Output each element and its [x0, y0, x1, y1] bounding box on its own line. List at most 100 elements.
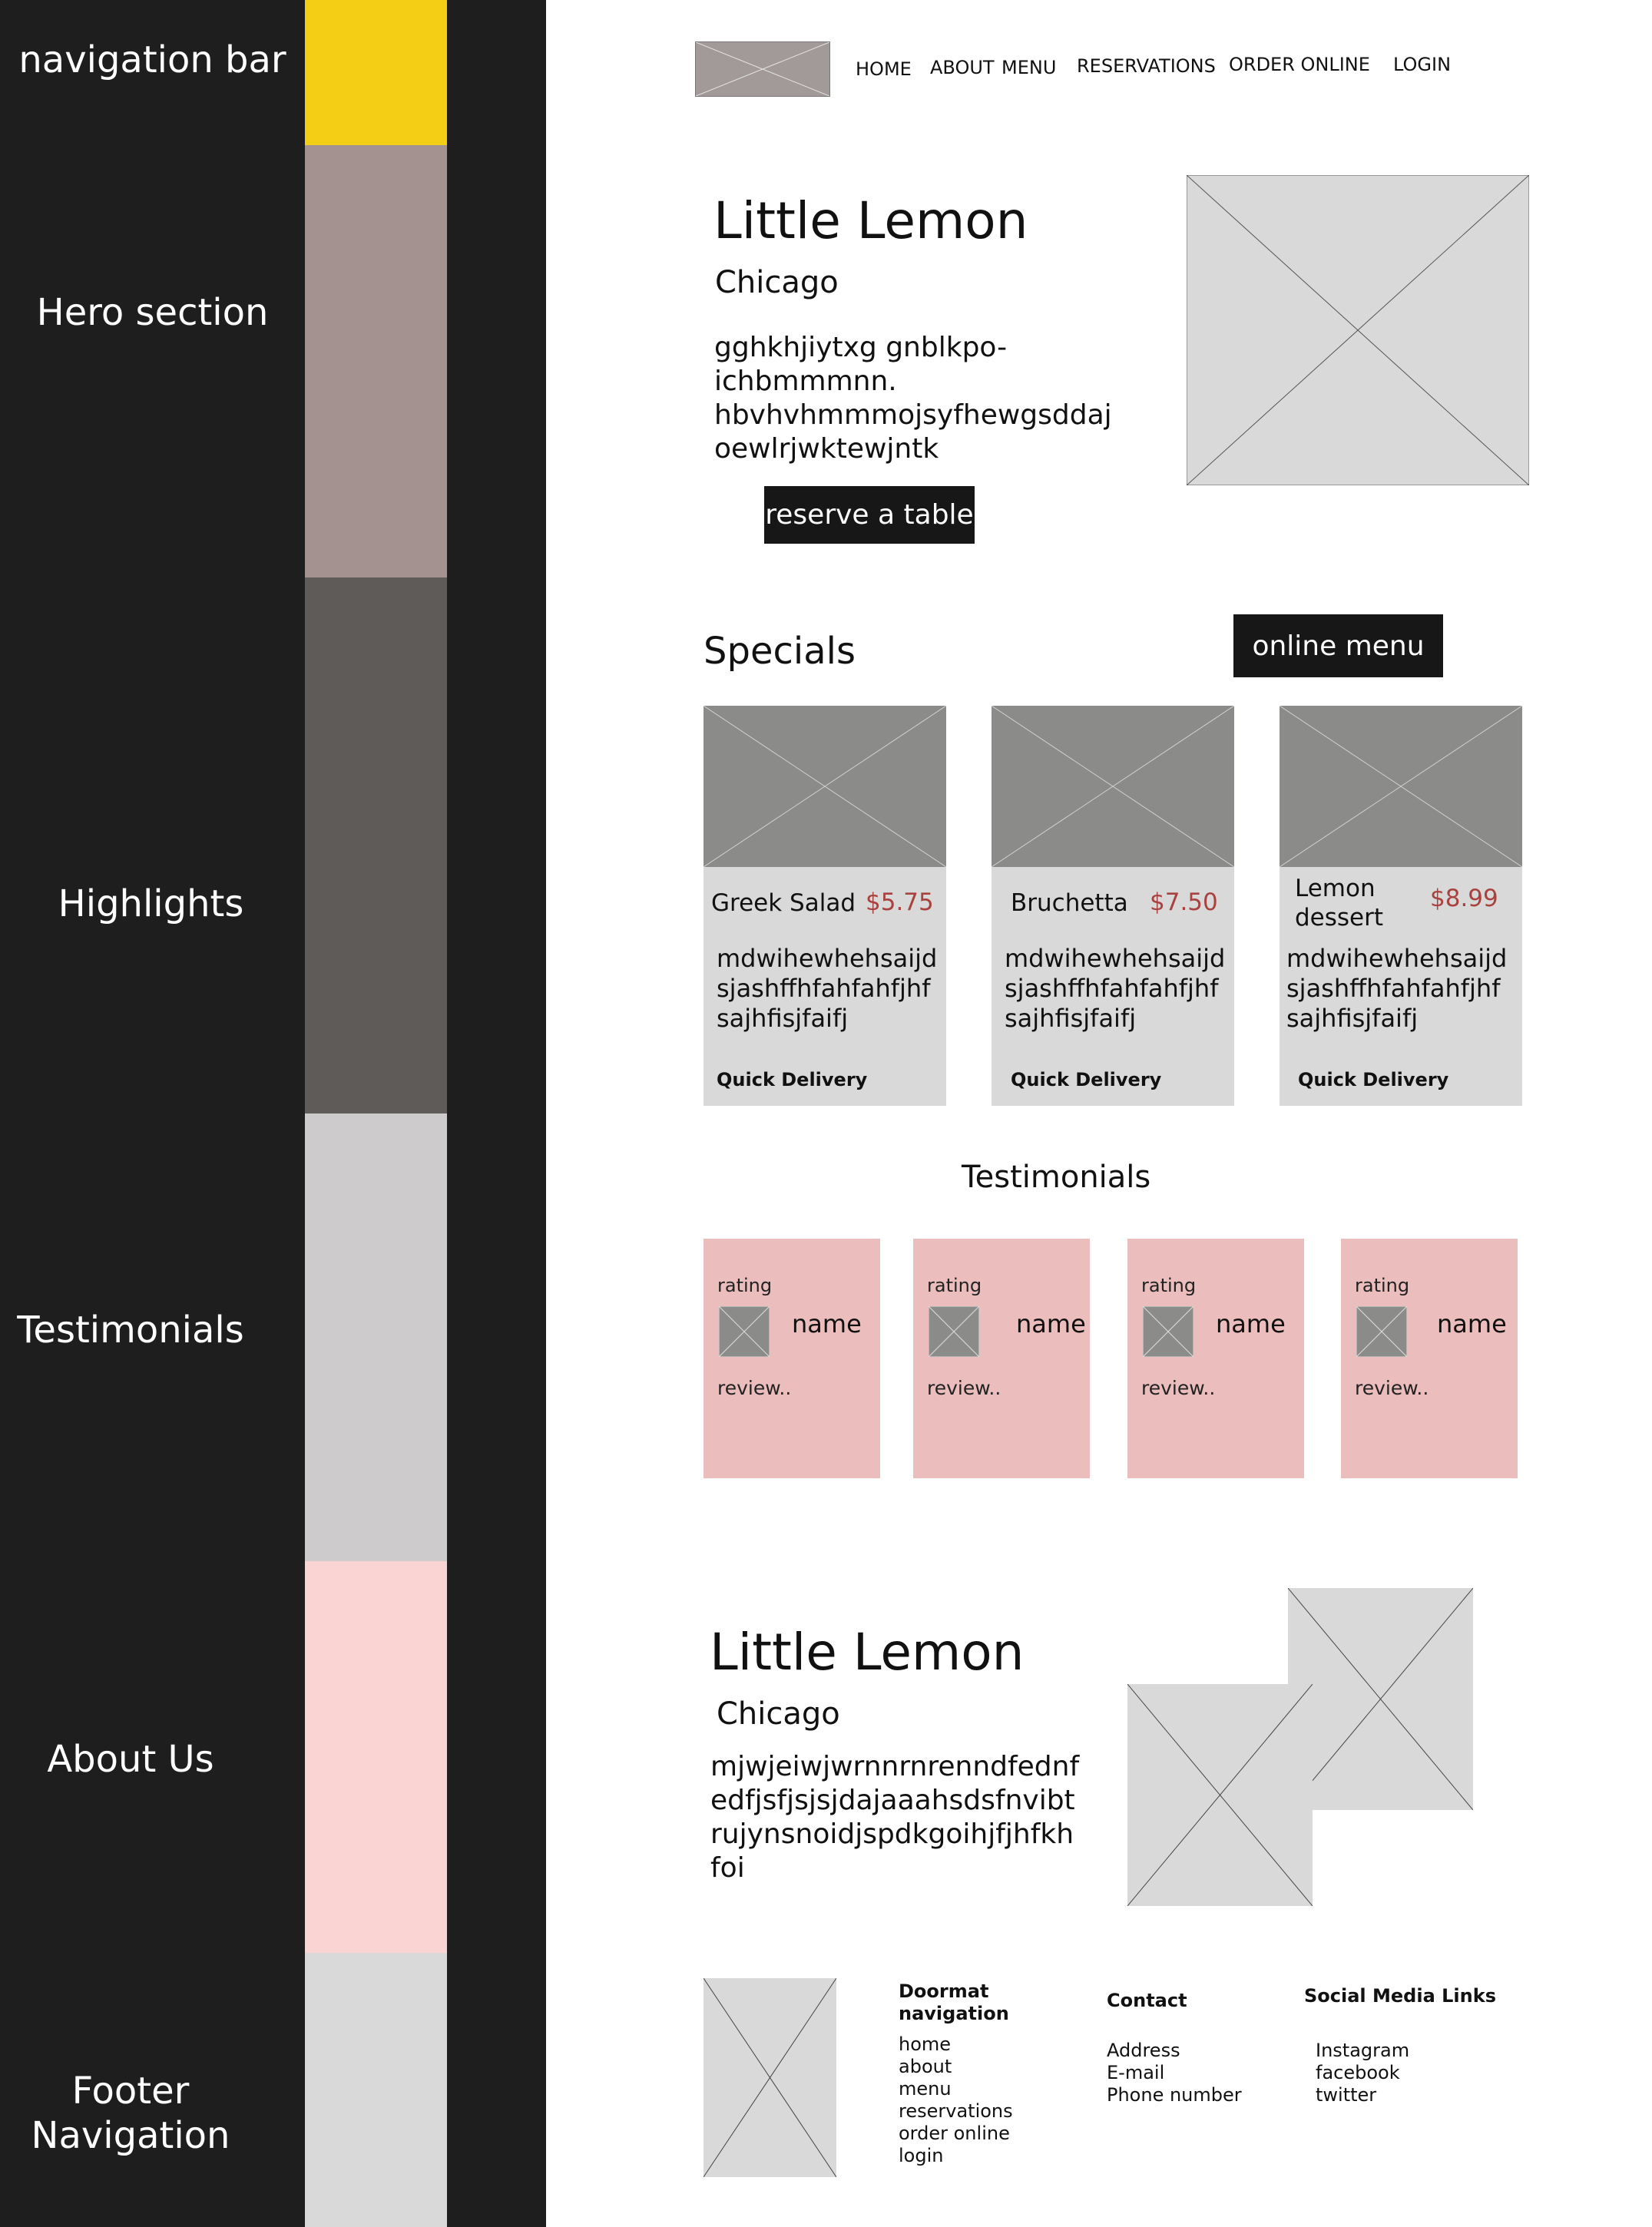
legend-swatch-highlights	[305, 577, 447, 1114]
legend-footer-line1: Footer	[71, 2070, 190, 2113]
nav-link-reservations[interactable]: RESERVATIONS	[1077, 55, 1216, 77]
contact-phone[interactable]: Phone number	[1107, 2084, 1242, 2106]
about-description: mjwjeiwjwrnnrnrenndfednf edfjsfjsjsjdaja…	[710, 1750, 1079, 1885]
special-card[interactable]: Greek Salad $5.75 mdwihewhehsaijd sjashf…	[704, 706, 946, 1106]
footer-link-about[interactable]: about	[899, 2056, 1013, 2078]
doormat-heading-line1: Doormat	[899, 1980, 989, 2002]
legend-label-navigation-bar: navigation bar	[18, 38, 286, 81]
legend-label-about-us: About Us	[47, 1738, 214, 1781]
testimonials-heading: Testimonials	[962, 1160, 1151, 1195]
reserve-table-button[interactable]: reserve a table	[764, 486, 975, 544]
legend-label-highlights: Highlights	[58, 882, 244, 925]
quick-delivery-label: Quick Delivery	[1011, 1069, 1162, 1090]
testimonial-card: rating name review..	[913, 1239, 1090, 1478]
specials-heading: Specials	[704, 630, 856, 673]
nav-link-login[interactable]: LOGIN	[1393, 54, 1451, 75]
rating-label: rating	[717, 1275, 773, 1296]
about-title: Little Lemon	[710, 1623, 1025, 1682]
footer-link-order-online[interactable]: order online	[899, 2123, 1013, 2145]
contact-heading: Contact	[1107, 1990, 1187, 2011]
rating-label: rating	[1355, 1275, 1410, 1296]
hero-description-line: hbvhvhmmmojsyfhewgsddaj	[714, 399, 1112, 431]
legend-label-hero-section: Hero section	[36, 291, 269, 334]
avatar-placeholder-icon	[1143, 1306, 1193, 1357]
rating-label: rating	[927, 1275, 982, 1296]
testimonial-card: rating name review..	[1127, 1239, 1304, 1478]
rating-label: rating	[1141, 1275, 1197, 1296]
footer-link-reservations[interactable]: reservations	[899, 2100, 1013, 2123]
nav-link-home[interactable]: HOME	[856, 58, 912, 80]
hero-description-line: gghkhjiytxg gnblkpo-	[714, 332, 1008, 363]
legend-label-footer-navigation: Footer Navigation	[0, 2069, 261, 2158]
hero-description-line: ichbmmmnn.	[714, 366, 897, 397]
about-description-line: rujynsnoidjspdkgoihjfjhfkh	[710, 1818, 1074, 1850]
special-price: $8.99	[1430, 885, 1498, 912]
contact-email[interactable]: E-mail	[1107, 2062, 1242, 2084]
special-price: $5.75	[866, 888, 934, 916]
dish-image-placeholder-icon	[1280, 706, 1522, 867]
avatar-placeholder-icon	[719, 1306, 770, 1357]
dish-image-placeholder-icon	[992, 706, 1234, 867]
reviewer-name: name	[1437, 1309, 1507, 1339]
legend-swatch-footer-navigation	[305, 1953, 447, 2227]
special-description: mdwihewhehsaijd sjashffhfahfahfjhf sajhf…	[717, 944, 938, 1033]
doormat-navigation-heading: Doormat navigation	[899, 1980, 1009, 2025]
testimonial-card: rating name review..	[1341, 1239, 1518, 1478]
special-card[interactable]: Bruchetta $7.50 mdwihewhehsaijd sjashffh…	[992, 706, 1234, 1106]
section-legend-panel: navigation bar Hero section Highlights T…	[0, 0, 546, 2227]
special-name: Lemon dessert	[1295, 875, 1384, 932]
legend-swatch-testimonials	[305, 1114, 447, 1561]
nav-link-menu[interactable]: MENU	[1001, 57, 1056, 78]
avatar-placeholder-icon	[929, 1306, 979, 1357]
image-placeholder-icon	[1187, 175, 1529, 485]
special-description: mdwihewhehsaijd sjashffhfahfahfjhf sajhf…	[1005, 944, 1226, 1033]
legend-swatch-navigation-bar	[305, 0, 447, 145]
legend-footer-line2: Navigation	[31, 2114, 230, 2157]
nav-link-order-online[interactable]: ORDER ONLINE	[1229, 54, 1370, 75]
review-text: review..	[1141, 1377, 1216, 1399]
special-name: Greek Salad	[711, 889, 856, 917]
about-description-line: foi	[710, 1852, 745, 1884]
about-subtitle: Chicago	[717, 1696, 840, 1732]
legend-label-testimonials: Testimonials	[17, 1309, 244, 1352]
legend-swatch-hero-section	[305, 145, 447, 577]
social-link-instagram[interactable]: Instagram	[1316, 2040, 1409, 2062]
footer-link-home[interactable]: home	[899, 2033, 1013, 2056]
about-description-line: edfjsfjsjsjdajaaahsdsfnvibt	[710, 1785, 1075, 1816]
quick-delivery-label: Quick Delivery	[1298, 1069, 1449, 1090]
hero-subtitle: Chicago	[715, 265, 839, 300]
special-name: Bruchetta	[1011, 889, 1128, 917]
social-media-heading: Social Media Links	[1304, 1985, 1496, 2007]
special-price: $7.50	[1150, 888, 1218, 916]
social-link-twitter[interactable]: twitter	[1316, 2084, 1409, 2106]
online-menu-button[interactable]: online menu	[1233, 614, 1443, 677]
reviewer-name: name	[792, 1309, 862, 1339]
social-link-facebook[interactable]: facebook	[1316, 2062, 1409, 2084]
social-links: Instagram facebook twitter	[1316, 2040, 1409, 2106]
dish-image-placeholder-icon	[704, 706, 946, 867]
footer-link-login[interactable]: login	[899, 2145, 1013, 2167]
footer-link-menu[interactable]: menu	[899, 2078, 1013, 2100]
review-text: review..	[1355, 1377, 1429, 1399]
contact-address[interactable]: Address	[1107, 2040, 1242, 2062]
reviewer-name: name	[1216, 1309, 1286, 1339]
hero-description: gghkhjiytxg gnblkpo- ichbmmmnn. hbvhvhmm…	[714, 331, 1112, 466]
testimonial-card: rating name review..	[704, 1239, 880, 1478]
hero-title: Little Lemon	[713, 191, 1028, 250]
nav-link-about[interactable]: ABOUT	[930, 57, 995, 78]
reviewer-name: name	[1016, 1309, 1086, 1339]
footer-logo-placeholder-icon	[704, 1978, 836, 2177]
review-text: review..	[717, 1377, 792, 1399]
about-image-back-placeholder-icon	[1288, 1588, 1473, 1810]
legend-swatch-about-us	[305, 1561, 447, 1953]
special-description: mdwihewhehsaijd sjashffhfahfahfjhf sajhf…	[1286, 944, 1508, 1033]
hero-description-line: oewlrjwktewjntk	[714, 433, 939, 465]
doormat-heading-line2: navigation	[899, 2003, 1009, 2024]
review-text: review..	[927, 1377, 1001, 1399]
about-description-line: mjwjeiwjwrnnrnrenndfednf	[710, 1751, 1080, 1782]
doormat-links: home about menu reservations order onlin…	[899, 2033, 1013, 2167]
special-card[interactable]: Lemon dessert $8.99 mdwihewhehsaijd sjas…	[1280, 706, 1522, 1106]
logo-placeholder-icon[interactable]	[695, 41, 830, 97]
contact-list: Address E-mail Phone number	[1107, 2040, 1242, 2106]
avatar-placeholder-icon	[1356, 1306, 1407, 1357]
